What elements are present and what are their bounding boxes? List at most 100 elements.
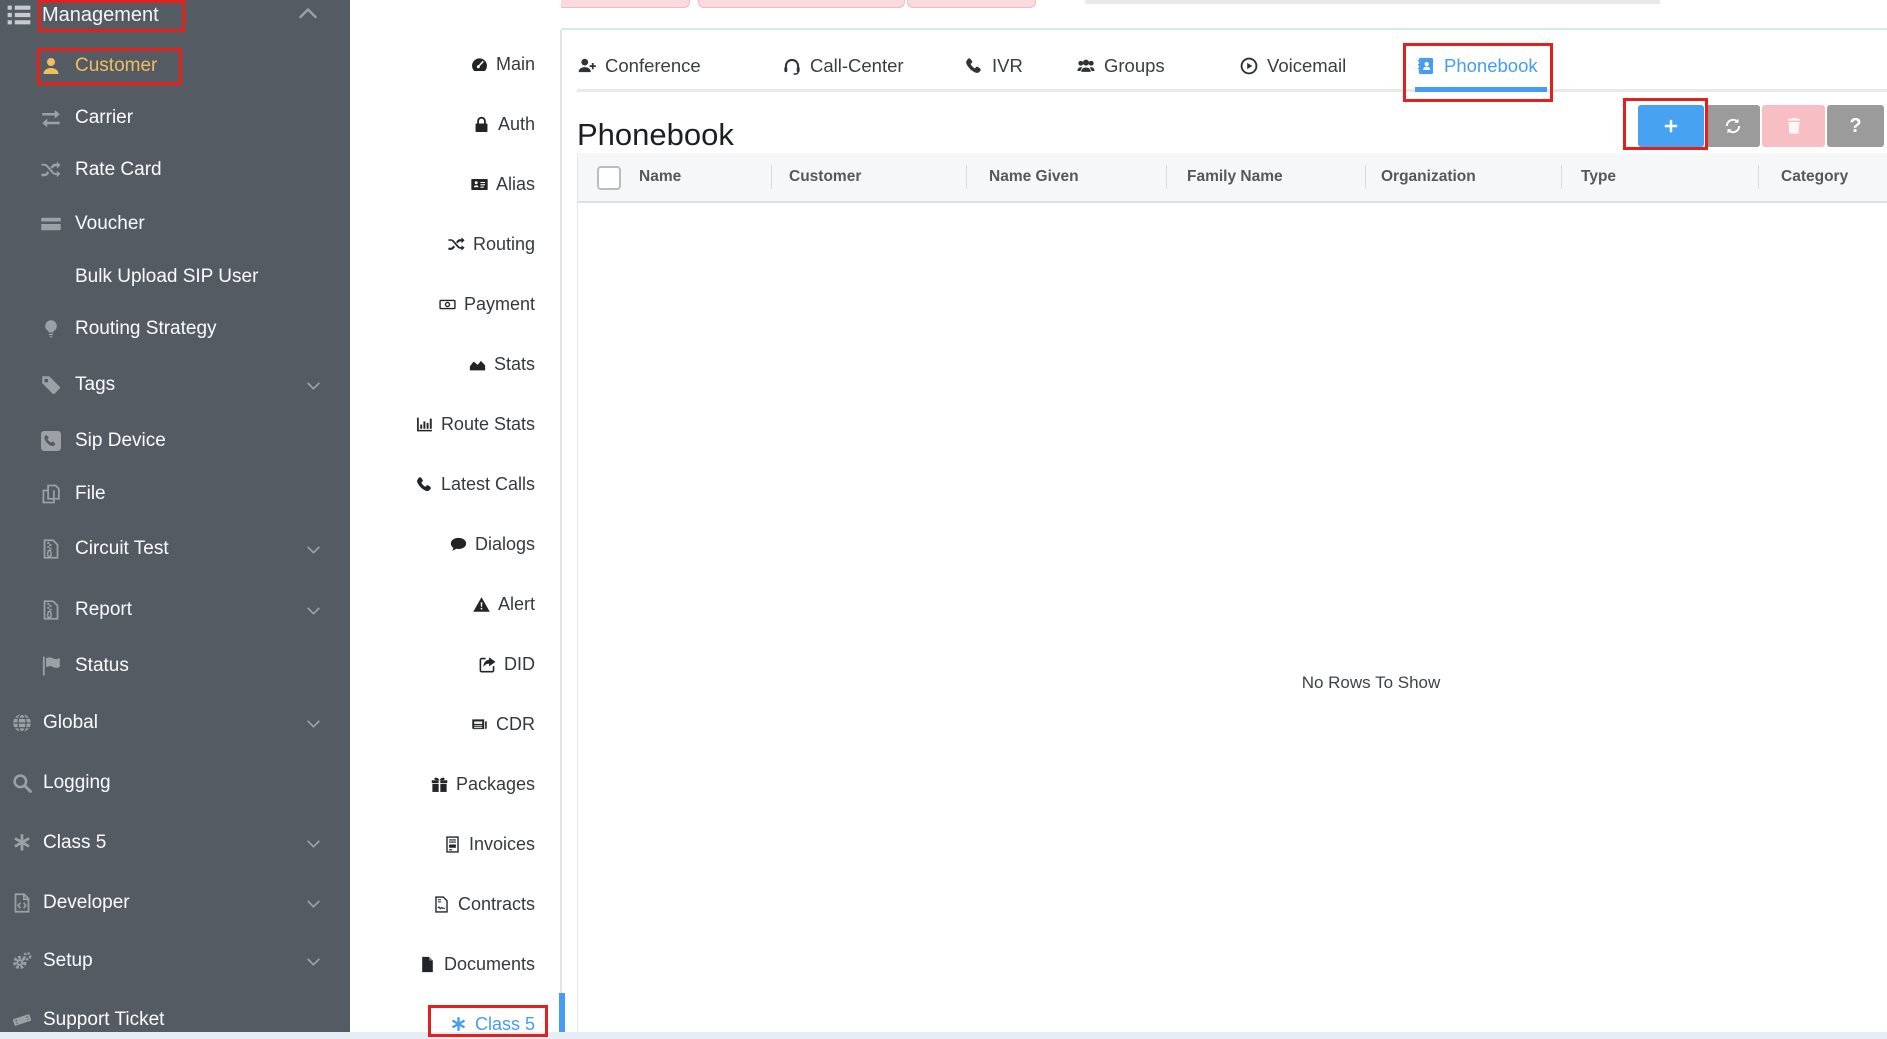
- search-icon: [8, 773, 36, 793]
- submenu-item-documents[interactable]: Documents: [350, 934, 561, 994]
- sidebar-header-management[interactable]: Management: [0, 0, 159, 30]
- chevron-down-icon: [305, 541, 322, 558]
- submenu-item-stats[interactable]: Stats: [350, 334, 561, 394]
- column-header-customer[interactable]: Customer: [789, 153, 861, 201]
- submenu-item-alias[interactable]: Alias: [350, 154, 561, 214]
- sidebar-item-label: Support Ticket: [43, 1009, 164, 1031]
- sidebar-item-label: Bulk Upload SIP User: [75, 266, 258, 288]
- submenu-item-auth[interactable]: Auth: [350, 94, 561, 154]
- column-header-name[interactable]: Name: [639, 153, 681, 201]
- warning-icon: [473, 596, 490, 613]
- asterisk-icon: [450, 1016, 467, 1033]
- submenu-item-label: Invoices: [469, 834, 535, 855]
- sidebar-item-label: Setup: [43, 950, 93, 972]
- clipped-tab-pill-pink-2[interactable]: [698, 0, 905, 8]
- submenu-item-alert[interactable]: Alert: [350, 574, 561, 634]
- sidebar-item-rate-card[interactable]: Rate Card: [0, 151, 350, 189]
- lock-icon: [473, 116, 490, 133]
- sidebar-item-label: File: [75, 483, 106, 505]
- submenu-item-label: CDR: [496, 714, 535, 735]
- address-card-icon: [471, 176, 488, 193]
- tab-call-center[interactable]: Call-Center: [783, 43, 904, 89]
- sidebar-item-sip-device[interactable]: Sip Device: [0, 422, 350, 460]
- submenu-item-main[interactable]: Main: [350, 34, 561, 94]
- newspaper-icon: [471, 716, 488, 733]
- sidebar-item-developer[interactable]: Developer: [0, 884, 350, 922]
- refresh-icon: [1724, 117, 1742, 135]
- copy-icon: [41, 484, 61, 504]
- tab-conference[interactable]: Conference: [578, 43, 701, 89]
- sidebar-item-carrier[interactable]: Carrier: [0, 99, 350, 137]
- tab-groups[interactable]: Groups: [1077, 43, 1165, 89]
- main-sidebar: Management Customer Carrier Rate Card Vouch…: [0, 0, 350, 1039]
- column-separator: [1758, 165, 1759, 189]
- tab-label: Voicemail: [1267, 55, 1346, 77]
- add-button[interactable]: [1638, 105, 1704, 147]
- file-archive-icon: [41, 600, 61, 620]
- clipped-tab-pill-pink-3[interactable]: [907, 0, 1036, 8]
- chevron-up-icon[interactable]: [296, 2, 320, 26]
- tab-label: Phonebook: [1444, 55, 1538, 77]
- tab-voicemail[interactable]: Voicemail: [1240, 43, 1346, 89]
- chevron-down-icon: [305, 895, 322, 912]
- sidebar-item-routing-strategy[interactable]: Routing Strategy: [0, 310, 350, 348]
- column-header-family-name[interactable]: Family Name: [1187, 153, 1283, 201]
- comment-icon: [450, 536, 467, 553]
- shuffle-icon: [448, 236, 465, 253]
- submenu-item-packages[interactable]: Packages: [350, 754, 561, 814]
- sidebar-item-status[interactable]: Status: [0, 647, 350, 685]
- lightbulb-icon: [36, 319, 66, 339]
- sidebar-item-bulk-upload-sip-user[interactable]: Bulk Upload SIP User: [0, 258, 350, 296]
- ticket-icon: [12, 1010, 32, 1030]
- sidebar-item-customer[interactable]: Customer: [0, 47, 350, 85]
- plus-icon: [1662, 117, 1680, 135]
- app-root: Management Customer Carrier Rate Card Vouch…: [0, 0, 1887, 1039]
- sidebar-item-label: Customer: [75, 55, 157, 77]
- tabs-bottom-border: [577, 89, 1887, 92]
- sidebar-item-circuit-test[interactable]: Circuit Test: [0, 530, 350, 568]
- document-icon: [419, 956, 436, 973]
- sidebar-item-label: Class 5: [43, 832, 106, 854]
- help-button[interactable]: ?: [1827, 105, 1884, 147]
- sidebar-item-global[interactable]: Global: [0, 704, 350, 742]
- flag-icon: [36, 656, 66, 676]
- refresh-button[interactable]: [1706, 105, 1760, 147]
- bottom-scrollbar-strip[interactable]: [0, 1032, 1887, 1039]
- sidebar-item-voucher[interactable]: Voucher: [0, 205, 350, 243]
- submenu-item-routing[interactable]: Routing: [350, 214, 561, 274]
- sidebar-item-label: Rate Card: [75, 159, 162, 181]
- clipped-top-strip: [1085, 0, 1660, 4]
- submenu-item-cdr[interactable]: CDR: [350, 694, 561, 754]
- sidebar-item-tags[interactable]: Tags: [0, 366, 350, 404]
- sidebar-item-report[interactable]: Report: [0, 591, 350, 629]
- sidebar-item-setup[interactable]: Setup: [0, 942, 350, 980]
- chevron-down-icon: [305, 715, 322, 732]
- submenu-item-contracts[interactable]: Contracts: [350, 874, 561, 934]
- chart-bar-icon: [416, 416, 433, 433]
- submenu-item-dialogs[interactable]: Dialogs: [350, 514, 561, 574]
- delete-button[interactable]: [1762, 105, 1825, 147]
- column-header-name-given[interactable]: Name Given: [989, 153, 1079, 201]
- gift-icon: [431, 776, 448, 793]
- sidebar-item-logging[interactable]: Logging: [0, 764, 350, 802]
- submenu-item-label: Dialogs: [475, 534, 535, 555]
- column-header-type[interactable]: Type: [1581, 153, 1616, 201]
- lightbulb-icon: [41, 319, 61, 339]
- sidebar-item-class-5[interactable]: Class 5: [0, 824, 350, 862]
- select-all-checkbox[interactable]: [597, 166, 621, 190]
- submenu-item-did[interactable]: DID: [350, 634, 561, 694]
- column-header-organization[interactable]: Organization: [1381, 153, 1476, 201]
- chevron-down-icon: [305, 953, 322, 970]
- file-code-icon: [12, 893, 32, 913]
- submenu-item-payment[interactable]: Payment: [350, 274, 561, 334]
- submenu-item-route-stats[interactable]: Route Stats: [350, 394, 561, 454]
- submenu-item-invoices[interactable]: Invoices: [350, 814, 561, 874]
- tab-ivr[interactable]: IVR: [965, 43, 1023, 89]
- sidebar-item-label: Report: [75, 599, 132, 621]
- tab-phonebook[interactable]: Phonebook: [1417, 43, 1538, 89]
- sidebar-item-file[interactable]: File: [0, 475, 350, 513]
- submenu-item-latest-calls[interactable]: Latest Calls: [350, 454, 561, 514]
- tab-label: Call-Center: [810, 55, 904, 77]
- shuffle-icon: [41, 160, 61, 180]
- column-header-category[interactable]: Category: [1781, 153, 1848, 201]
